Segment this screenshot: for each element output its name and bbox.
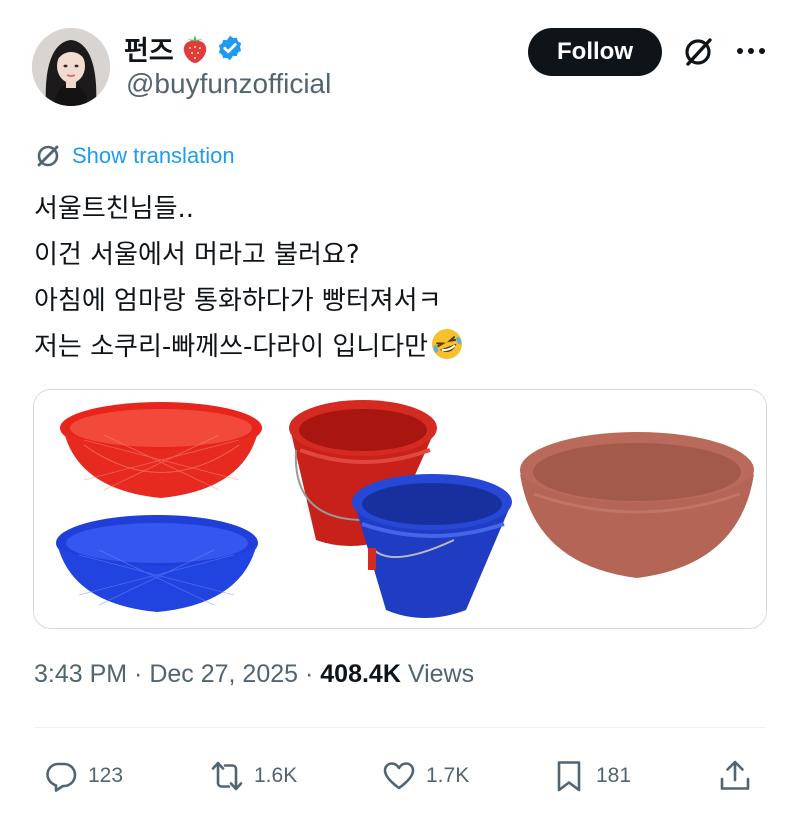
show-translation-label[interactable]: Show translation xyxy=(72,143,235,169)
tweet-line-last: 저는 소쿠리-빠께쓰-다라이 입니다만 xyxy=(34,324,764,370)
tweet-text: 서울트친님들.. 이건 서울에서 머라고 불러요? 아침에 엄마랑 통화하다가 … xyxy=(34,186,764,370)
share-icon xyxy=(720,760,750,790)
author-display-name[interactable]: 펀즈 xyxy=(124,29,174,68)
like-count: 1.7K xyxy=(426,764,470,787)
reply-count: 123 xyxy=(88,764,124,787)
show-translation-link[interactable]: Show translation xyxy=(34,140,235,172)
grok-icon[interactable] xyxy=(680,34,716,70)
views-count[interactable]: 408.4K xyxy=(320,660,401,689)
bookmark-count: 181 xyxy=(596,764,632,787)
author-handle[interactable]: @buyfunzofficial xyxy=(126,68,331,100)
repost-count: 1.6K xyxy=(254,764,298,787)
globe-icon xyxy=(37,145,59,167)
meta-separator: · xyxy=(298,660,321,688)
views-label[interactable]: Views xyxy=(408,660,474,689)
like-button[interactable]: 1.7K xyxy=(382,756,469,796)
share-button[interactable] xyxy=(718,756,752,796)
avatar[interactable] xyxy=(32,28,110,106)
tweet-line: 아침에 엄마랑 통화하다가 빵터져서ㅋ xyxy=(34,286,442,316)
meta-space xyxy=(401,660,408,689)
bookmark-icon xyxy=(557,761,581,792)
reply-button[interactable]: 123 xyxy=(44,756,123,796)
author-name-row[interactable]: 펀즈 xyxy=(124,29,244,68)
reply-icon xyxy=(46,762,77,792)
meta-separator: · xyxy=(127,660,150,688)
more-icon[interactable] xyxy=(734,36,768,66)
tweet-line: 서울트친님들.. xyxy=(34,194,195,224)
tweet-media[interactable] xyxy=(33,389,767,629)
tweet-time[interactable]: 3:43 PM xyxy=(34,660,127,689)
bookmark-button[interactable]: 181 xyxy=(552,756,631,796)
strawberry-icon xyxy=(183,35,206,63)
tweet-date[interactable]: Dec 27, 2025 xyxy=(149,660,298,689)
verified-badge-icon[interactable] xyxy=(216,34,244,62)
tweet-line-text: 저는 소쿠리-빠께쓰-다라이 입니다만 xyxy=(34,332,429,362)
repost-icon xyxy=(211,761,243,791)
avatar-photo xyxy=(32,28,110,106)
divider xyxy=(34,727,766,728)
follow-button[interactable]: Follow xyxy=(528,28,662,76)
media-image[interactable] xyxy=(34,390,766,628)
heart-icon xyxy=(383,762,415,790)
tweet-meta: 3:43 PM · Dec 27, 2025 · 408.4K Views xyxy=(34,660,474,689)
repost-button[interactable]: 1.6K xyxy=(210,756,297,796)
rolling-laughing-emoji-icon xyxy=(432,329,463,359)
tweet-line: 이건 서울에서 머라고 불러요? xyxy=(34,240,360,270)
